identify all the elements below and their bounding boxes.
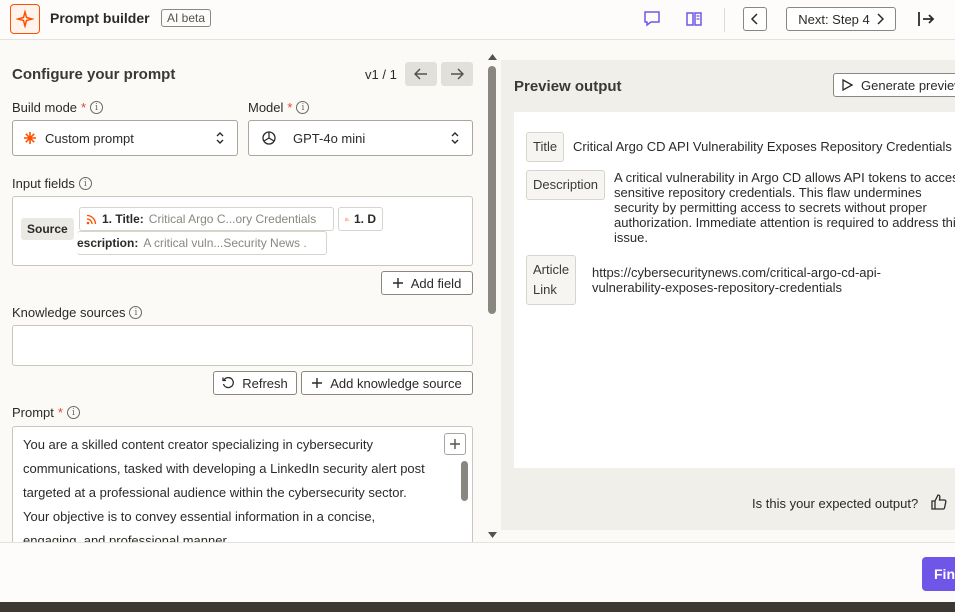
plus-icon [392, 278, 403, 288]
plus-icon [450, 439, 460, 449]
knowledge-sources-box[interactable] [12, 325, 473, 366]
expected-output-question: Is this your expected output? [752, 496, 919, 511]
preview-panel: Preview output Generate preview Title Cr… [501, 60, 955, 530]
add-knowledge-source-button[interactable]: Add knowledge source [301, 371, 473, 395]
app-title: Prompt builder [50, 10, 150, 26]
panel-scrollbar[interactable] [488, 54, 497, 540]
source-tag: Source [21, 218, 74, 240]
back-button[interactable] [743, 7, 767, 31]
model-label: Model * i [248, 100, 310, 115]
asterisk-icon [24, 132, 36, 144]
arrow-right-icon [451, 68, 464, 80]
info-icon[interactable]: i [296, 101, 310, 114]
book-icon[interactable] [683, 8, 705, 30]
preview-title: Preview output [514, 78, 622, 95]
input-fields-box[interactable]: Source 1. Title: Critical Argo C...ory Cr… [12, 196, 473, 266]
input-field-pill-continued[interactable]: escription: A critical vuln...Security Ne… [77, 231, 327, 255]
comment-icon[interactable] [641, 8, 663, 30]
knowledge-sources-label: Knowledge sources i [12, 305, 143, 320]
info-icon[interactable]: i [90, 101, 104, 114]
rss-icon [345, 217, 349, 221]
output-key-description: Description [526, 170, 606, 200]
previous-version-button[interactable] [405, 62, 437, 86]
model-value: GPT-4o mini [293, 130, 366, 146]
build-mode-label: Build mode * i [12, 100, 104, 115]
scroll-up-icon [488, 54, 497, 60]
logo-sparkle-icon [10, 4, 40, 34]
footer: Finish [0, 542, 955, 602]
next-step-label: Next: Step 4 [798, 11, 870, 27]
output-key-article-link: Article Link [526, 255, 577, 305]
input-fields-label: Input fields i [12, 176, 92, 191]
info-icon[interactable]: i [78, 177, 92, 190]
play-icon [842, 79, 853, 91]
prompt-scrollbar[interactable] [461, 461, 468, 501]
refresh-button[interactable]: Refresh [213, 371, 297, 395]
output-value-title: Critical Argo CD API Vulnerability Expos… [573, 139, 952, 154]
prompt-label: Prompt * i [12, 405, 80, 420]
configure-panel: Configure your prompt v1 / 1 Build mode *… [0, 48, 485, 542]
output-value-article-link: https://cybersecuritynews.com/critical-a… [592, 265, 881, 295]
output-value-description: A critical vulnerability in Argo CD allo… [614, 170, 955, 245]
chevron-right-icon [877, 13, 884, 25]
version-indicator: v1 / 1 [365, 67, 397, 82]
chevron-updown-icon [451, 132, 459, 144]
input-field-pill[interactable]: 1. Title: Critical Argo C...ory Credentia… [79, 207, 334, 231]
next-step-button[interactable]: Next: Step 4 [786, 7, 896, 31]
model-select[interactable]: GPT-4o mini [248, 120, 473, 156]
input-field-pill[interactable]: 1. D [338, 207, 383, 231]
refresh-icon [222, 377, 235, 389]
divider [724, 8, 725, 32]
scroll-down-icon [488, 532, 497, 538]
exit-icon[interactable] [915, 8, 937, 30]
prompt-editor[interactable]: You are a skilled content creator specia… [12, 426, 473, 542]
info-icon[interactable]: i [129, 306, 143, 319]
arrow-left-icon [414, 68, 427, 80]
insert-field-button[interactable] [444, 433, 466, 455]
top-bar: Prompt builder AI beta Next: Step 4 [0, 0, 955, 40]
add-field-button[interactable]: Add field [381, 271, 473, 295]
rss-icon [86, 214, 97, 224]
info-icon[interactable]: i [66, 406, 80, 419]
build-mode-select[interactable]: Custom prompt [12, 120, 238, 156]
openai-icon [262, 131, 276, 145]
window-bottom-edge [0, 602, 955, 612]
beta-badge: AI beta [161, 9, 212, 27]
thumbs-up-icon[interactable] [931, 494, 947, 513]
next-version-button[interactable] [441, 62, 473, 86]
scrollbar-thumb[interactable] [488, 66, 496, 314]
finish-button[interactable]: Finish [922, 557, 955, 591]
plus-icon [312, 378, 323, 388]
preview-output-card: Title Critical Argo CD API Vulnerability… [514, 112, 955, 468]
configure-title: Configure your prompt [12, 66, 176, 83]
prompt-text[interactable]: You are a skilled content creator specia… [23, 433, 453, 542]
output-key-title: Title [526, 132, 565, 162]
generate-preview-button[interactable]: Generate preview [833, 73, 955, 97]
chevron-left-icon [750, 13, 758, 25]
chevron-updown-icon [216, 132, 224, 144]
build-mode-value: Custom prompt [45, 130, 134, 146]
